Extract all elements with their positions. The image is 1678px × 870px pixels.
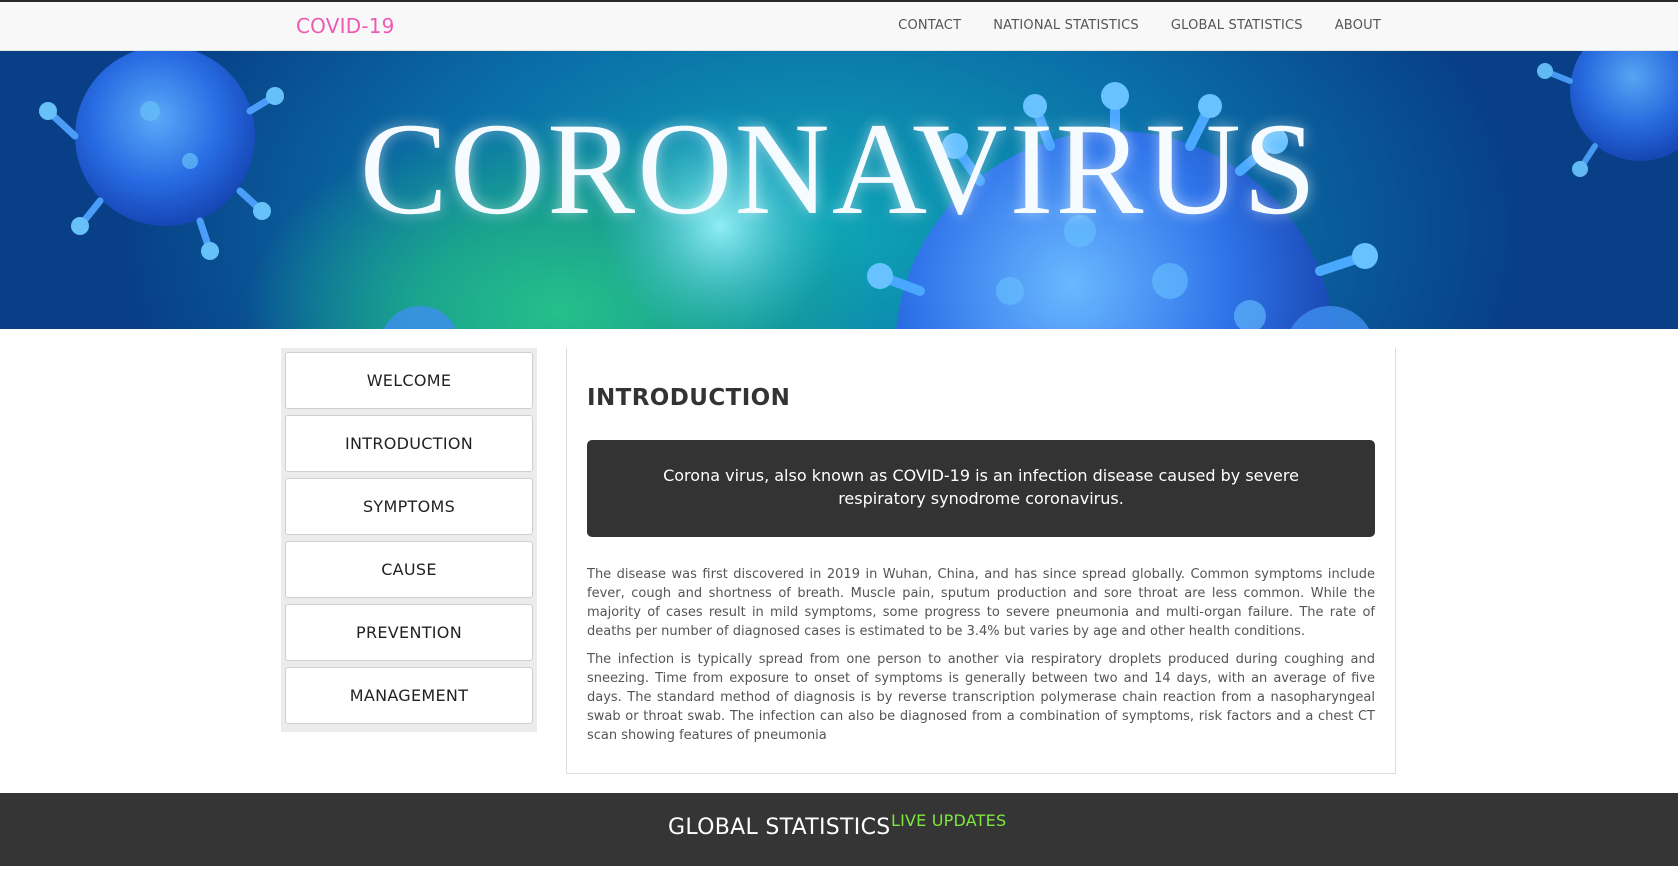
nav-contact-link[interactable]: CONTACT [898,18,961,33]
nav-global-statistics-link[interactable]: GLOBAL STATISTICS [1171,18,1303,33]
hero-title: CORONAVIRUS [359,95,1319,242]
content-panel: INTRODUCTION Corona virus, also known as… [566,348,1396,774]
brand-link[interactable]: COVID-19 [296,14,395,38]
hero-banner: CORONAVIRUS [0,51,1678,329]
sidebar-item-cause[interactable]: CAUSE [285,541,533,598]
live-updates-label: LIVE UPDATES [891,811,1007,830]
sidebar-item-management[interactable]: MANAGEMENT [285,667,533,724]
intro-callout: Corona virus, also known as COVID-19 is … [587,440,1375,537]
nav-links: CONTACT NATIONAL STATISTICS GLOBAL STATI… [898,18,1381,33]
global-statistics-heading: GLOBAL STATISTICS [668,815,891,840]
sidebar-item-welcome[interactable]: WELCOME [285,352,533,409]
sidebar-nav: WELCOME INTRODUCTION SYMPTOMS CAUSE PREV… [281,348,537,732]
intro-paragraph-1: The disease was first discovered in 2019… [587,567,1375,639]
sidebar-item-symptoms[interactable]: SYMPTOMS [285,478,533,535]
global-statistics-band: GLOBAL STATISTICS LIVE UPDATES [0,793,1678,866]
navbar: COVID-19 CONTACT NATIONAL STATISTICS GLO… [0,2,1678,51]
nav-national-statistics-link[interactable]: NATIONAL STATISTICS [993,18,1139,33]
sidebar-item-introduction[interactable]: INTRODUCTION [285,415,533,472]
nav-about-link[interactable]: ABOUT [1335,18,1381,33]
section-title: INTRODUCTION [587,385,791,411]
intro-paragraph-2: The infection is typically spread from o… [587,652,1375,743]
sidebar-item-prevention[interactable]: PREVENTION [285,604,533,661]
